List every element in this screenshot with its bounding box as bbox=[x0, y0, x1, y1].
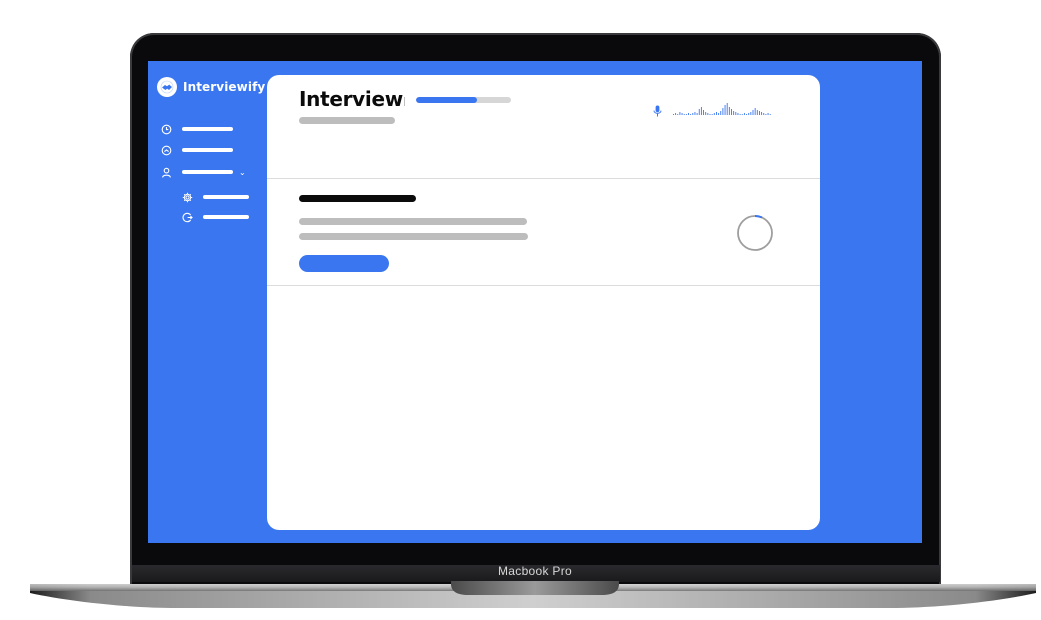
sidebar-item-label bbox=[203, 195, 249, 199]
waveform-bar bbox=[707, 113, 709, 115]
app-screen: Interviewify ⌄ Interview bbox=[148, 61, 922, 543]
section-divider bbox=[267, 285, 820, 286]
waveform-bar bbox=[700, 107, 702, 115]
waveform-bar bbox=[696, 113, 698, 115]
waveform-bar bbox=[718, 113, 720, 115]
interview-progress-bar bbox=[416, 97, 511, 103]
waveform-bar bbox=[743, 113, 745, 115]
waveform-bar bbox=[739, 114, 741, 115]
waveform-bar bbox=[705, 112, 707, 115]
interviewify-logo-icon bbox=[157, 77, 177, 97]
waveform-bar bbox=[750, 112, 752, 115]
waveform-bar bbox=[720, 111, 722, 115]
sidebar-item-settings[interactable] bbox=[181, 191, 249, 203]
waveform-bar bbox=[694, 112, 696, 115]
audio-waveform bbox=[673, 103, 771, 115]
waveform-bar bbox=[713, 113, 715, 115]
sidebar-item-label bbox=[182, 148, 233, 152]
waveform-bar bbox=[673, 114, 674, 115]
brand[interactable]: Interviewify bbox=[157, 77, 265, 97]
microphone-icon[interactable] bbox=[653, 104, 662, 122]
sidebar-item-label bbox=[203, 215, 249, 219]
waveform-bar bbox=[722, 108, 724, 115]
waveform-bar bbox=[761, 112, 763, 115]
title-divider bbox=[404, 97, 405, 106]
waveform-bar bbox=[703, 110, 704, 115]
waveform-bar bbox=[741, 114, 743, 115]
page-title: Interview bbox=[299, 87, 403, 111]
sidebar-item-dashboard[interactable] bbox=[160, 144, 233, 156]
waveform-bar bbox=[726, 103, 728, 115]
waveform-bar bbox=[688, 113, 689, 115]
chevron-down-icon[interactable]: ⌄ bbox=[239, 168, 246, 177]
waveform-bar bbox=[769, 114, 771, 115]
waveform-bar bbox=[679, 112, 681, 115]
waveform-bar bbox=[677, 114, 679, 115]
sidebar-item-logout[interactable] bbox=[181, 211, 249, 223]
waveform-bar bbox=[690, 114, 692, 115]
loading-spinner-icon bbox=[736, 214, 774, 257]
progress-fill bbox=[416, 97, 477, 103]
waveform-bar bbox=[683, 114, 685, 115]
waveform-bar bbox=[709, 114, 711, 115]
waveform-bar bbox=[737, 113, 739, 115]
laptop-base bbox=[30, 581, 1036, 608]
waveform-bar bbox=[756, 110, 758, 115]
waveform-bar bbox=[675, 113, 677, 115]
gear-icon bbox=[181, 191, 193, 203]
waveform-bar bbox=[767, 113, 769, 115]
waveform-bar bbox=[731, 109, 732, 115]
waveform-bar bbox=[763, 113, 765, 115]
gauge-icon bbox=[160, 144, 172, 156]
waveform-bar bbox=[748, 113, 750, 115]
waveform-bar bbox=[711, 114, 713, 115]
sidebar-item-label bbox=[182, 127, 233, 131]
device-model-label: Macbook Pro bbox=[498, 564, 572, 578]
user-icon bbox=[160, 166, 172, 178]
section-divider bbox=[267, 178, 820, 179]
sidebar-item-history[interactable] bbox=[160, 123, 233, 135]
waveform-bar bbox=[752, 110, 754, 115]
waveform-bar bbox=[685, 114, 687, 115]
brand-name: Interviewify bbox=[183, 80, 266, 94]
waveform-bar bbox=[735, 112, 737, 115]
waveform-bar bbox=[759, 111, 760, 115]
question-title-placeholder bbox=[299, 195, 416, 202]
sidebar-item-profile[interactable]: ⌄ bbox=[160, 166, 246, 178]
waveform-bar bbox=[681, 113, 683, 115]
waveform-bar bbox=[754, 108, 756, 115]
answer-button[interactable] bbox=[299, 255, 389, 272]
sidebar-item-label bbox=[182, 170, 233, 174]
waveform-bar bbox=[746, 114, 747, 115]
clock-icon bbox=[160, 123, 172, 135]
waveform-bar bbox=[698, 109, 700, 115]
interview-card: Interview bbox=[267, 75, 820, 530]
waveform-bar bbox=[692, 113, 694, 115]
logout-icon bbox=[181, 211, 193, 223]
waveform-bar bbox=[733, 111, 735, 115]
waveform-bar bbox=[728, 107, 730, 115]
question-text-line bbox=[299, 233, 528, 240]
question-text-line bbox=[299, 218, 527, 225]
waveform-bar bbox=[716, 112, 717, 115]
waveform-bar bbox=[765, 114, 767, 115]
waveform-bar bbox=[724, 105, 726, 115]
subtitle-placeholder bbox=[299, 117, 395, 124]
